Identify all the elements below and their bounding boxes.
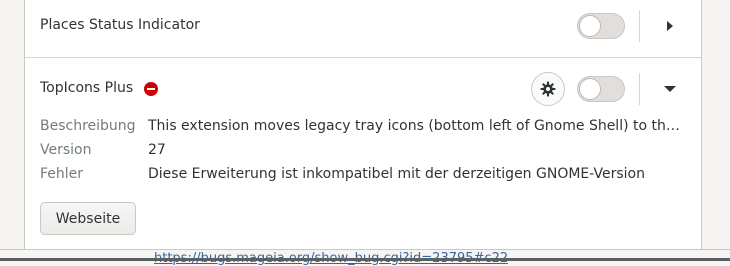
gear-icon <box>540 81 556 97</box>
settings-button[interactable] <box>531 72 565 106</box>
error-icon <box>144 82 158 96</box>
extension-name: TopIcons Plus <box>40 80 134 96</box>
extensions-list: Places Status Indicator TopIcons Plus Be… <box>24 0 702 249</box>
separator <box>639 73 640 105</box>
menu-right-icon[interactable] <box>667 21 673 31</box>
extension-row-places-status-indicator: Places Status Indicator <box>25 0 701 58</box>
version-value: 27 <box>148 142 166 158</box>
description-label: Beschreibung <box>40 118 136 134</box>
error-label: Fehler <box>40 166 84 182</box>
separator <box>639 10 640 42</box>
description-value: This extension moves legacy tray icons (… <box>148 118 688 134</box>
menu-down-icon[interactable] <box>664 86 676 92</box>
extension-name: Places Status Indicator <box>40 17 200 33</box>
version-label: Version <box>40 142 92 158</box>
website-button-label: Webseite <box>55 210 121 227</box>
switch-knob <box>579 15 601 37</box>
enable-switch[interactable] <box>577 13 625 39</box>
enable-switch[interactable] <box>577 76 625 102</box>
error-value: Diese Erweiterung ist inkompatibel mit d… <box>148 166 645 182</box>
website-button[interactable]: Webseite <box>40 202 136 235</box>
switch-knob <box>579 78 601 100</box>
